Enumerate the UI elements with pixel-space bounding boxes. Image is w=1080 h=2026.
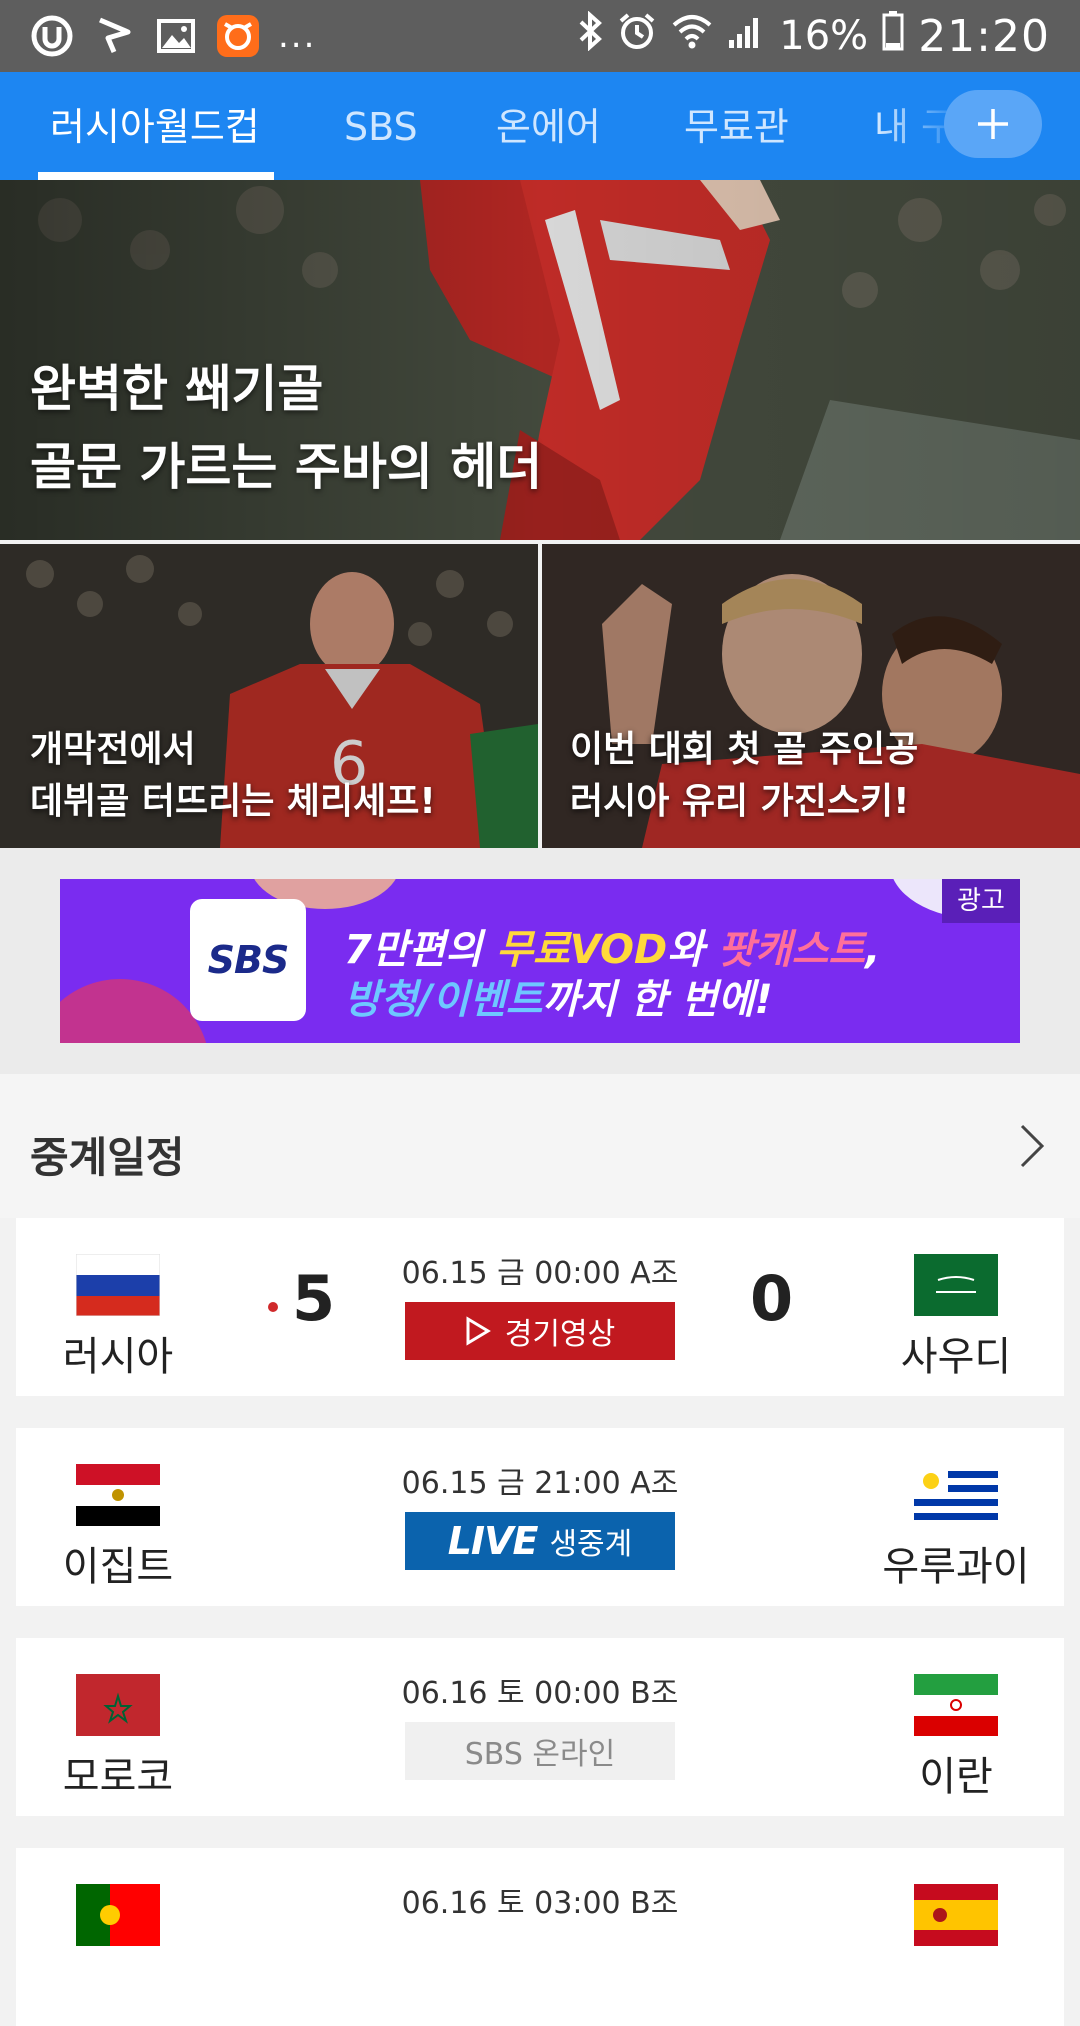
ad-section: SBS 7만편의 무료VOD와 팟캐스트, 방청/이벤트까지 한 번에! 광고: [0, 848, 1080, 1074]
sbs-logo: SBS: [190, 899, 306, 1021]
ad-badge: 광고: [942, 879, 1020, 923]
active-tab-indicator: [38, 172, 274, 180]
image-notification-icon: [154, 14, 198, 58]
spain-flag-icon: [914, 1884, 998, 1946]
match-card[interactable]: 모로코 06.16 토 00:00 B조 SBS 온라인 이란: [16, 1638, 1064, 1816]
match-card[interactable]: 06.16 토 03:00 B조: [16, 1848, 1064, 2026]
tile-headline: 개막전에서 데뷔골 터뜨리는 체리세프!: [30, 729, 436, 822]
home-team-name: 이집트: [62, 1544, 174, 1590]
schedule-header[interactable]: 중계일정: [0, 1074, 1080, 1218]
schedule-title: 중계일정: [30, 1133, 185, 1182]
wifi-icon: [671, 11, 713, 61]
plus-icon: [978, 109, 1008, 139]
home-team-name: 모로코: [62, 1754, 174, 1800]
tile-headline: 이번 대회 첫 골 주인공 러시아 유리 가진스키!: [570, 729, 919, 822]
chevron-right-icon[interactable]: [1012, 1120, 1052, 1172]
match-time: 06.16 토 00:00 B조: [401, 1676, 679, 1711]
winner-dot: [268, 1302, 278, 1312]
ad-text-line2: 방청/이벤트까지 한 번에!: [344, 977, 773, 1023]
app-notification-icon: [30, 14, 74, 58]
russia-flag-icon: [76, 1254, 160, 1316]
play-icon: [466, 1316, 491, 1346]
tab-sbs[interactable]: SBS: [344, 72, 418, 180]
tab-russia-worldcup[interactable]: 러시아월드컵: [50, 72, 260, 180]
orange-app-notification-icon: [216, 14, 260, 58]
flag-notification-icon: [92, 14, 136, 58]
category-tab-bar: 러시아월드컵 SBS 온에어 무료관 내 구: [0, 72, 1080, 180]
egypt-flag-icon: [76, 1464, 160, 1526]
live-stream-button[interactable]: LIVE 생중계: [405, 1512, 675, 1570]
away-score: 0: [750, 1262, 794, 1335]
saudi-flag-icon: [914, 1254, 998, 1316]
away-team-name: 이란: [919, 1754, 993, 1800]
more-notifications-indicator: ...: [278, 16, 317, 56]
away-team-name: 사우디: [900, 1334, 1012, 1380]
iran-flag-icon: [914, 1674, 998, 1736]
match-card[interactable]: 이집트 06.15 금 21:00 A조 LIVE 생중계 우루과이: [16, 1428, 1064, 1606]
match-card[interactable]: 러시아 5 06.15 금 00:00 A조 경기영상 0 사우디: [16, 1218, 1064, 1396]
replay-video-button[interactable]: 경기영상: [405, 1302, 675, 1360]
ad-banner[interactable]: SBS 7만편의 무료VOD와 팟캐스트, 방청/이벤트까지 한 번에! 광고: [60, 879, 1020, 1043]
hero-banner[interactable]: 완벽한 쐐기골 골문 가르는 주바의 헤더: [0, 180, 1080, 540]
match-time: 06.15 금 21:00 A조: [401, 1466, 679, 1501]
battery-icon: [882, 11, 904, 61]
morocco-flag-icon: [76, 1674, 160, 1736]
battery-percent: 16%: [779, 13, 869, 59]
signal-icon: [727, 12, 765, 60]
news-tile-gazinsky[interactable]: 이번 대회 첫 골 주인공 러시아 유리 가진스키!: [542, 544, 1080, 848]
add-tab-button[interactable]: [944, 90, 1042, 158]
away-team-name: 우루과이: [882, 1544, 1030, 1590]
alarm-icon: [617, 11, 657, 61]
live-mark: LIVE: [447, 1519, 539, 1563]
tab-onair[interactable]: 온에어: [496, 72, 601, 180]
match-time: 06.15 금 00:00 A조: [401, 1256, 679, 1291]
home-score: 5: [292, 1262, 336, 1335]
clock: 21:20: [918, 10, 1050, 62]
status-bar: ... 16% 21:20: [0, 0, 1080, 72]
sbs-online-button[interactable]: SBS 온라인: [405, 1722, 675, 1780]
match-time: 06.16 토 03:00 B조: [401, 1886, 679, 1921]
tab-free[interactable]: 무료관: [684, 72, 789, 180]
uruguay-flag-icon: [914, 1464, 998, 1526]
bluetooth-icon: [577, 10, 603, 61]
home-team-name: 러시아: [62, 1334, 174, 1380]
hero-headline: 완벽한 쐐기골 골문 가르는 주바의 헤더: [30, 360, 543, 496]
news-tile-cheryshev[interactable]: 6 개막전에서 데뷔골 터뜨리는 체리세프!: [0, 544, 538, 848]
portugal-flag-icon: [76, 1884, 160, 1946]
